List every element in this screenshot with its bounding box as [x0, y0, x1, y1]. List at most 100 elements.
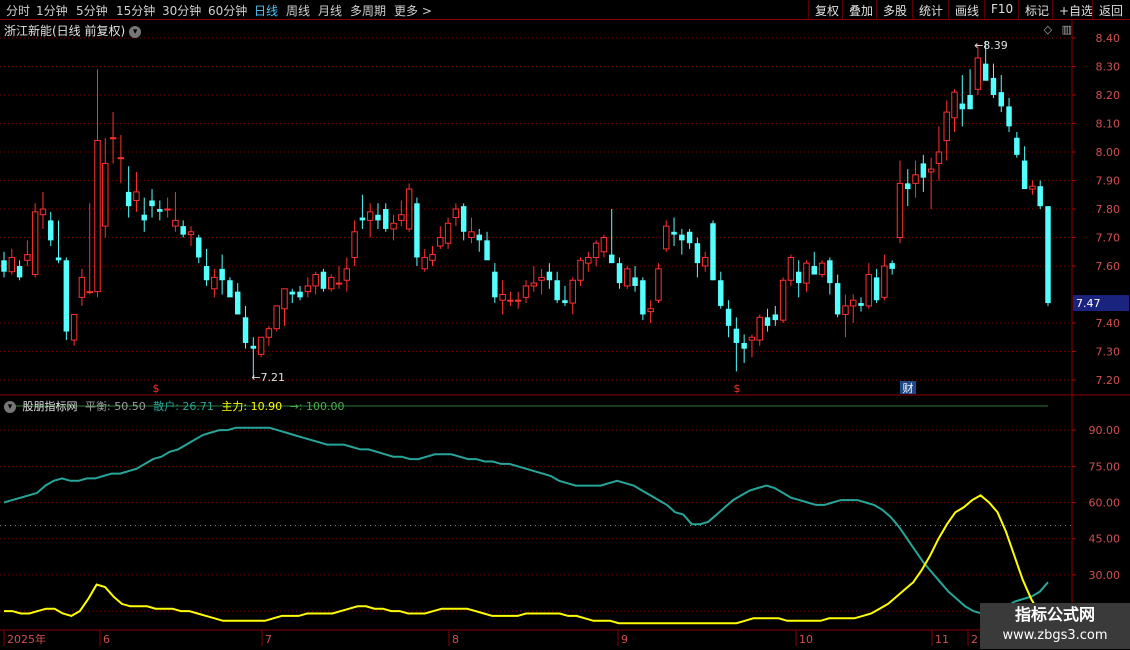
candle-body	[686, 231, 693, 244]
x-axis-label: 7	[265, 633, 272, 646]
candle-body	[335, 282, 343, 285]
finance-marker: 财	[903, 381, 914, 395]
candle-body	[141, 214, 147, 221]
candle-body	[982, 63, 989, 81]
indicator-tick-label: 45.00	[1089, 533, 1121, 546]
candle-body	[530, 282, 538, 287]
candle-body	[858, 303, 864, 306]
candle-body	[320, 271, 327, 289]
candle-body	[514, 299, 522, 302]
candle-body	[974, 57, 982, 90]
candle-body	[733, 328, 740, 343]
diamond-icon[interactable]: ◇	[1044, 23, 1052, 36]
candle-body	[499, 294, 506, 301]
candle-body	[655, 268, 662, 301]
candle-body	[484, 240, 490, 261]
candle-body	[701, 256, 709, 267]
candle-body	[265, 328, 273, 338]
candle-body	[476, 234, 482, 241]
candle-body	[671, 231, 677, 235]
event-marker-dollar: $	[734, 382, 741, 395]
x-axis-label: 2	[971, 633, 978, 646]
candle-body	[959, 103, 966, 110]
candle-body	[779, 279, 787, 321]
candle-body	[624, 268, 631, 287]
candle-body	[818, 262, 826, 276]
legend-retail: 散户: 26.71	[153, 400, 214, 413]
price-tick-label: 8.40	[1096, 32, 1121, 45]
candle-body	[70, 313, 78, 341]
window-icon[interactable]: ▥	[1062, 23, 1072, 36]
candle-body	[663, 225, 670, 250]
candle-body	[297, 291, 303, 298]
chart-canvas[interactable]: 8.40 8.30 8.20 8.10 8.00 7.90 7.80 7.70 7.60 7.40…	[0, 0, 1130, 650]
candle-body	[78, 276, 86, 298]
candle-body	[8, 256, 16, 273]
candle-body	[522, 285, 530, 298]
candle-body	[905, 183, 911, 190]
watermark-title: 指标公式网	[1014, 605, 1095, 624]
candle-body	[881, 265, 888, 298]
candle-body	[764, 317, 771, 326]
candle-body	[211, 276, 218, 290]
chevron-down-icon[interactable]: ▾	[129, 25, 142, 38]
candle-body	[273, 305, 280, 330]
indicator-tick-label: 90.00	[1089, 424, 1121, 437]
candle-body	[920, 163, 927, 178]
candle-body	[943, 111, 950, 142]
candle-body	[990, 77, 997, 95]
indicator-tick-label: 60.00	[1089, 497, 1121, 510]
candle-body	[935, 151, 943, 164]
price-tick-label: 7.70	[1096, 232, 1121, 245]
candle-body	[538, 276, 545, 281]
candle-body	[196, 237, 202, 258]
candle-body	[569, 279, 576, 304]
indicator-name[interactable]: 股朋指标网	[23, 400, 78, 413]
candle-body	[351, 231, 358, 258]
candle-body	[741, 342, 747, 349]
event-marker-dollar: $	[153, 382, 160, 395]
stock-title[interactable]: 浙江新能(日线 前复权) ▾	[4, 22, 142, 39]
candle-body	[1045, 206, 1051, 304]
candle-body	[133, 191, 140, 201]
candle-body	[998, 92, 1004, 107]
candle-body	[889, 263, 895, 269]
candle-body	[927, 168, 935, 173]
candle-body	[39, 208, 47, 216]
chevron-down-icon[interactable]: ▾	[4, 401, 16, 413]
candle-body	[554, 280, 560, 301]
candle-body	[429, 254, 436, 261]
candle-body	[460, 206, 467, 232]
candle-body	[421, 256, 428, 270]
candle-body	[398, 214, 405, 221]
candle-body	[117, 157, 125, 160]
candle-body	[1014, 137, 1020, 155]
candle-body	[125, 191, 132, 207]
candle-body	[31, 211, 39, 276]
legend-balance: 平衡: 50.50	[85, 400, 146, 413]
candle-body	[632, 277, 638, 286]
candle-body	[912, 174, 919, 184]
candle-body	[787, 256, 795, 281]
chart-corner-icons: ◇ ▥	[1044, 23, 1072, 36]
candle-body	[383, 209, 389, 229]
candle-body	[827, 260, 833, 284]
candle-body	[865, 274, 873, 307]
retail-series-line	[3, 426, 1049, 615]
price-tick-label: 8.10	[1096, 118, 1121, 131]
candle-body	[55, 257, 62, 261]
candle-body	[1021, 160, 1028, 190]
candle-body	[219, 268, 225, 281]
candle-body	[312, 274, 319, 287]
candle-body	[896, 182, 904, 239]
candle-body	[718, 280, 724, 306]
watermark-badge: 指标公式网 www.zbgs3.com	[980, 603, 1130, 649]
candle-body	[102, 162, 109, 227]
candle-body	[452, 208, 460, 219]
candle-body	[468, 231, 475, 239]
candle-body	[86, 291, 93, 294]
candle-body	[795, 271, 802, 284]
candle-body	[250, 345, 257, 349]
price-tick-label: 8.00	[1096, 146, 1121, 159]
candle-body	[187, 231, 195, 236]
